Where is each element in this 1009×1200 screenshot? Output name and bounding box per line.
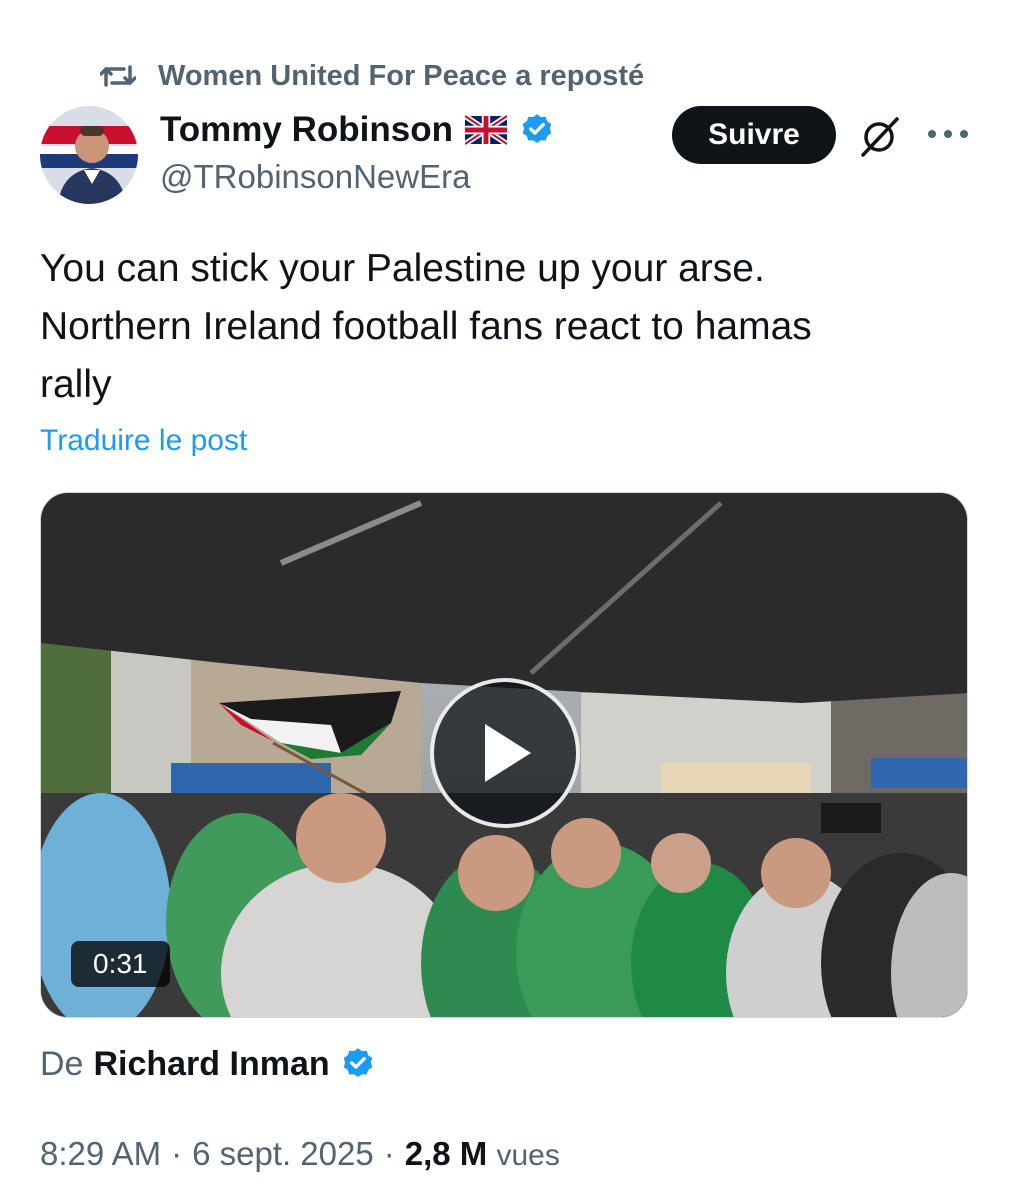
play-button[interactable] (430, 678, 580, 828)
meta-separator: · (383, 1135, 395, 1172)
source-prefix: De (40, 1044, 84, 1083)
views-label: vues (496, 1139, 560, 1172)
views-count: 2,8 M (404, 1135, 488, 1172)
more-icon[interactable] (928, 118, 968, 150)
source-name[interactable]: Richard Inman (93, 1045, 329, 1084)
post-date[interactable]: 6 sept. 2025 (192, 1135, 374, 1173)
post-meta: 8:29 AM · 6 sept. 2025 · 2,8 M vues (40, 1132, 560, 1176)
follow-button[interactable]: Suivre (672, 106, 836, 164)
post-text: You can stick your Palestine up your ars… (40, 240, 960, 414)
author-name-row[interactable]: Tommy Robinson (160, 108, 555, 152)
post-text-line: Northern Ireland football fans react to … (40, 305, 812, 348)
grok-icon[interactable] (857, 113, 903, 159)
verified-badge-icon (522, 114, 552, 144)
uk-flag-icon (464, 115, 507, 145)
verified-badge-icon (343, 1048, 372, 1078)
author-handle[interactable]: @TRobinsonNewEra (160, 158, 470, 196)
video-duration: 0:31 (71, 941, 170, 987)
avatar[interactable] (40, 106, 138, 204)
author-name[interactable]: Tommy Robinson (160, 110, 453, 150)
translate-post-link[interactable]: Traduire le post (40, 424, 247, 458)
avatar-image (40, 106, 138, 204)
repost-icon (100, 65, 136, 87)
video-player[interactable]: 0:31 (40, 492, 968, 1018)
meta-separator: · (171, 1135, 183, 1172)
play-icon (485, 724, 531, 782)
post-text-line: You can stick your Palestine up your ars… (40, 247, 765, 290)
repost-header[interactable]: Women United For Peace a reposté (100, 58, 644, 94)
video-source[interactable]: De Richard Inman (40, 1042, 376, 1086)
repost-label: Women United For Peace a reposté (158, 59, 645, 92)
post-text-line: rally (40, 363, 112, 406)
post-time[interactable]: 8:29 AM (40, 1135, 161, 1173)
